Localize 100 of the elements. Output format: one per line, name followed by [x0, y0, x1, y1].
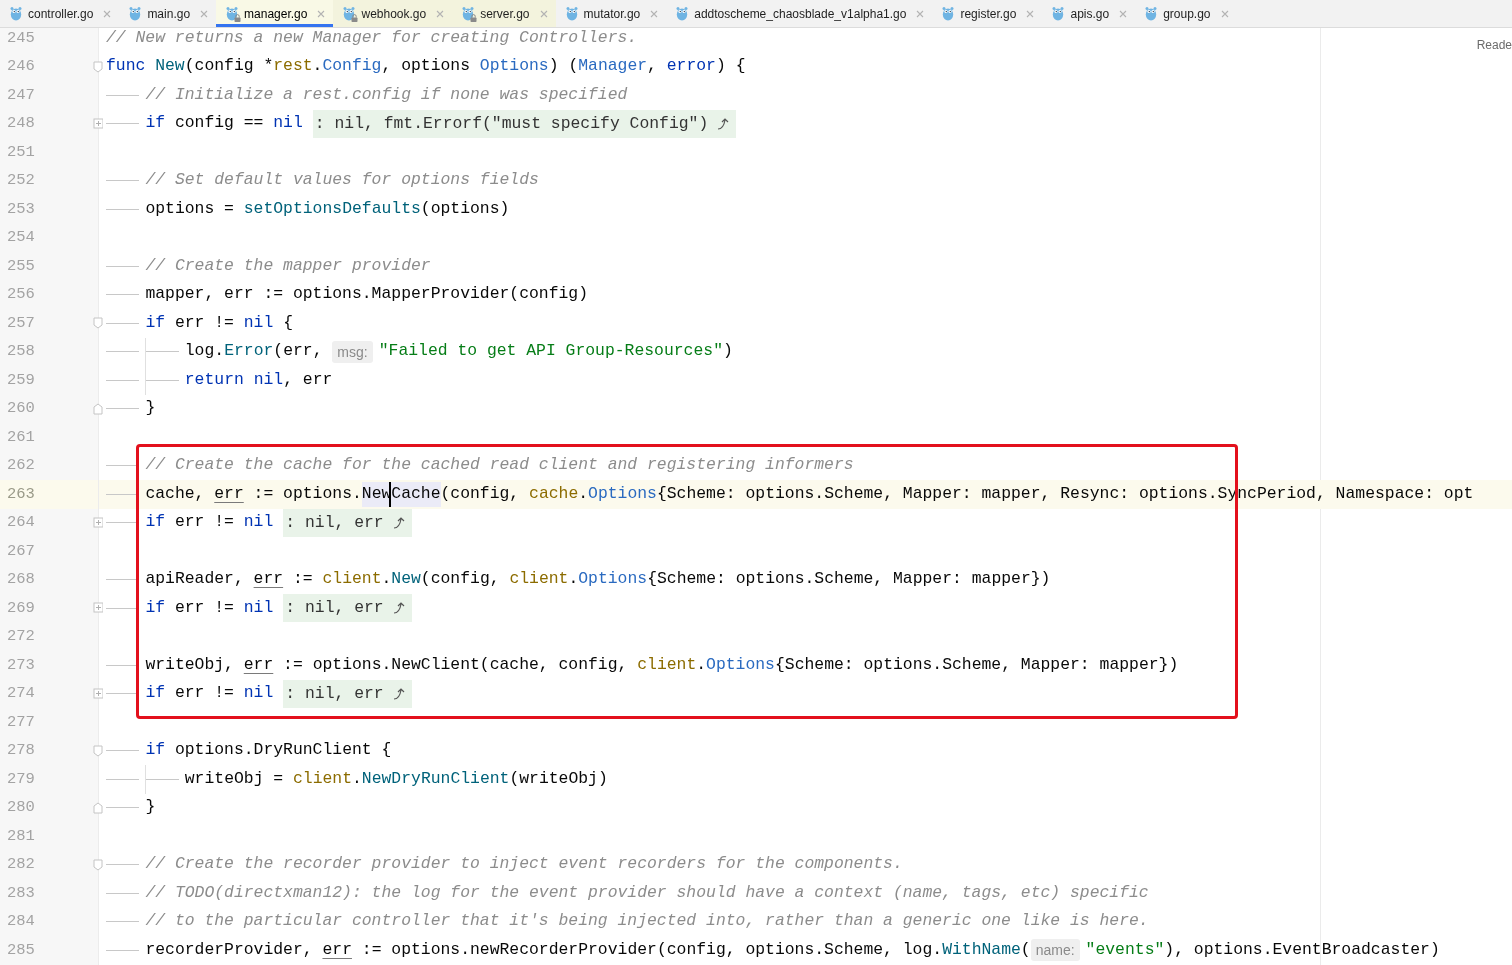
expand-icon[interactable]: [93, 516, 103, 529]
line-number: 278: [7, 740, 35, 762]
fold-end-icon[interactable]: [93, 801, 103, 814]
type-name: Config: [322, 55, 382, 78]
line-number: 277: [7, 711, 35, 733]
folded-region[interactable]: : nil, fmt.Errorf("must specify Config"): [312, 109, 737, 138]
variable-name: err: [243, 653, 274, 676]
expand-icon[interactable]: [93, 602, 103, 614]
folded-region[interactable]: : nil, err: [283, 594, 412, 623]
line-number: 274: [7, 683, 35, 705]
return-arrow-icon: [391, 601, 406, 616]
editor-tab[interactable]: group.go: [1135, 0, 1237, 27]
keyword: if: [145, 511, 166, 534]
identifier-highlight: Cache: [389, 481, 441, 507]
close-icon[interactable]: [200, 9, 209, 18]
code-text: writeObj =: [184, 767, 285, 790]
fold-end-icon[interactable]: [93, 402, 103, 415]
editor-tab[interactable]: controller.go: [0, 0, 120, 27]
line-number: 281: [7, 825, 35, 847]
function-name: Error: [224, 340, 274, 363]
code-text: recorderProvider,: [145, 938, 314, 961]
code-text: (config,: [440, 482, 521, 505]
expand-icon[interactable]: [93, 687, 103, 700]
close-icon[interactable]: [539, 9, 548, 18]
line-number: 257: [7, 312, 35, 334]
close-icon[interactable]: [436, 9, 445, 18]
code-comment: // Create the cache for the cached read client and registering informers: [145, 454, 854, 477]
keyword: nil: [273, 112, 303, 135]
close-icon[interactable]: [317, 9, 326, 18]
editor-tab[interactable]: apis.go: [1042, 0, 1136, 27]
code-text: := options.: [252, 482, 362, 505]
editor-tab[interactable]: server.go: [452, 0, 556, 27]
line-number: 268: [7, 569, 35, 591]
keyword: nil: [243, 682, 274, 705]
string-literal: "events": [1085, 938, 1165, 961]
expand-icon[interactable]: [93, 117, 103, 130]
code-text: (err,: [273, 340, 324, 363]
editor-tab[interactable]: addtoscheme_chaosblade_v1alpha1.go: [666, 0, 933, 27]
line-number: 273: [7, 654, 35, 676]
line-number: 256: [7, 284, 35, 306]
close-icon[interactable]: [1119, 9, 1128, 18]
code-text: .: [578, 482, 589, 505]
close-icon[interactable]: [916, 9, 925, 18]
gopher-icon: [565, 6, 578, 21]
keyword: nil: [253, 368, 284, 391]
editor-tab[interactable]: mutator.go: [555, 0, 667, 27]
code-comment: // Create the recorder provider to inject event recorders for the components.: [145, 853, 903, 876]
package-name: rest: [273, 55, 313, 78]
line-number: 247: [7, 84, 35, 106]
fold-toggle-icon[interactable]: [93, 744, 103, 757]
line-number: 260: [7, 398, 35, 420]
gopher-icon: [462, 6, 475, 21]
folded-region[interactable]: : nil, err: [283, 508, 412, 537]
code-text: (writeObj): [509, 767, 608, 790]
close-icon[interactable]: [103, 9, 112, 18]
editor-tab[interactable]: register.go: [932, 0, 1043, 27]
editor-tab[interactable]: main.go: [119, 0, 217, 27]
line-number: 280: [7, 797, 35, 819]
code-text: cache,: [145, 482, 206, 505]
code-text: :=: [291, 568, 314, 591]
line-number: 245: [7, 28, 35, 49]
fold-toggle-icon[interactable]: [93, 60, 103, 73]
gopher-icon: [10, 6, 22, 21]
line-number: 269: [7, 597, 35, 619]
type-name: Options: [578, 568, 648, 591]
code-text: {Scheme: options.Scheme, Mapper: mapper}): [647, 568, 1051, 591]
folded-code-text: : nil, err: [285, 682, 384, 705]
code-text: {Scheme: options.Scheme, Mapper: mapper}): [774, 653, 1179, 676]
close-icon[interactable]: [1026, 9, 1035, 18]
line-number: 285: [7, 939, 35, 961]
variable-name: err: [322, 938, 352, 961]
code-text: err !=: [173, 596, 235, 619]
keyword: if: [145, 311, 166, 334]
line-number: 255: [7, 255, 35, 277]
code-text: ): [722, 340, 733, 363]
fold-toggle-icon[interactable]: [93, 858, 103, 871]
function-name: NewDryRunClient: [361, 767, 510, 790]
keyword: error: [666, 55, 716, 78]
folded-region[interactable]: : nil, err: [283, 679, 412, 708]
close-icon[interactable]: [650, 9, 659, 18]
line-number: 279: [7, 768, 35, 790]
code-text: .: [568, 568, 579, 591]
gopher-icon: [343, 6, 356, 21]
variable-name: err: [214, 482, 244, 505]
editor-tab[interactable]: webhook.go: [333, 0, 453, 27]
code-text: ) (: [548, 55, 579, 78]
folded-code-text: : nil, err: [285, 597, 384, 620]
keyword: nil: [243, 511, 274, 534]
keyword: nil: [243, 596, 274, 619]
package-name: client: [293, 767, 352, 790]
fold-toggle-icon[interactable]: [93, 317, 103, 329]
function-name: New: [155, 55, 185, 78]
editor-tab[interactable]: manager.go: [216, 0, 334, 27]
code-text: apiReader,: [145, 568, 245, 591]
code-text: ,: [647, 55, 658, 78]
code-comment: // TODO(directxman12): the log for the event provider should have a context (name, tags, etc) specific: [145, 881, 1149, 904]
line-number: 262: [7, 455, 35, 477]
close-icon[interactable]: [1220, 9, 1229, 18]
gopher-icon: [129, 6, 142, 21]
line-number: 246: [7, 56, 35, 78]
